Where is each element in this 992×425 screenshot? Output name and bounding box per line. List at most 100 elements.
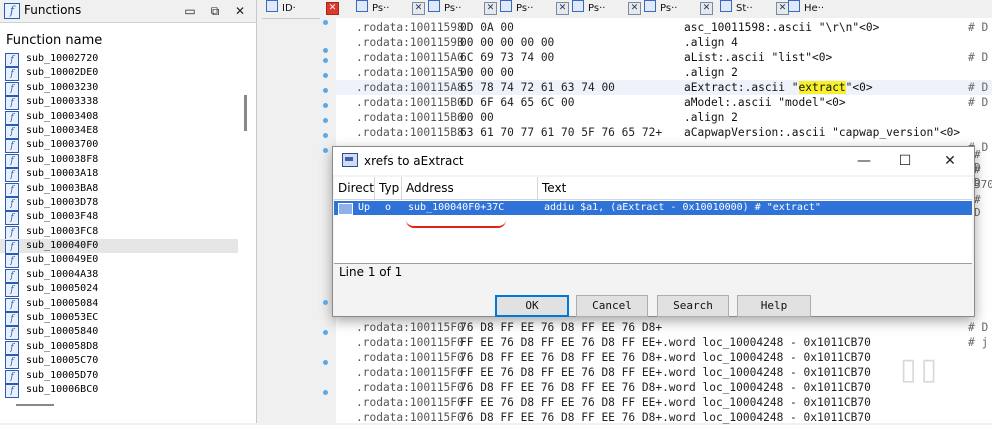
view-icon [788,0,800,12]
disasm-line[interactable]: .rodata:100115F0 FF EE 76 D8 FF EE 76 D8 … [336,335,992,350]
search-button[interactable]: Search [657,295,729,317]
line-address: .rodata:100115F0 [356,396,464,409]
tab-5[interactable]: Ps·· [568,0,605,17]
disasm-line[interactable]: .rodata:100115B0 6D 6F 64 65 6C 00 aModel:… [336,95,992,110]
disasm-line[interactable]: .rodata:100115F0 FF EE 76 D8 FF EE 76 D8 … [336,395,992,410]
list-item[interactable]: f sub_10003D78 [0,196,238,211]
ok-button[interactable]: OK [495,295,569,317]
disasm-line[interactable]: .rodata:100115A0 6C 69 73 74 00 aList:.asc… [336,50,992,65]
dialog-titlebar[interactable]: xrefs to aExtract — ☐ ✕ [333,147,974,175]
close-icon[interactable]: ✕ [231,2,249,20]
breakpoint-dot[interactable] [323,133,328,138]
function-name: sub_10005D70 [26,369,99,381]
table-row[interactable]: Up o sub_100040F0+37C addiu $a1, (aExtra… [334,201,972,215]
function-list[interactable]: f sub_10002720 f sub_10002DE0 f sub_10003230 f… [0,52,238,398]
function-icon: f [5,110,19,125]
function-name: sub_10005840 [26,326,99,338]
float-icon[interactable]: ⧉ [206,2,224,20]
function-icon: f [5,139,19,154]
disasm-line[interactable]: .rodata:100115B6 00 00 .align 2 [336,110,992,125]
minimize-icon[interactable]: — [853,151,875,171]
row-type: o [385,202,392,213]
breakpoint-dot[interactable] [323,148,328,153]
tab-label: Ps·· [660,3,678,14]
list-item[interactable]: f sub_10003700 [0,138,238,154]
breakpoint-dot[interactable] [323,58,328,63]
disasm-line[interactable]: .rodata:1001159B 00 00 00 00 00 .align 4 [336,35,992,50]
tab-close-icon[interactable]: ✕ [326,2,339,15]
function-list-hscrollbar[interactable] [16,404,54,406]
list-item[interactable]: f sub_100034E8 [0,124,238,139]
list-item[interactable]: f sub_100058D8 [0,340,238,355]
list-item[interactable]: f sub_100053EC [0,311,238,327]
tab-label: Ps·· [372,3,390,14]
list-item[interactable]: f sub_10005D70 [0,369,238,384]
breakpoint-dot[interactable] [323,330,328,335]
breakpoint-dot[interactable] [323,360,328,365]
disasm-line[interactable]: .rodata:100115B8 63 61 70 77 61 70 5F 76 … [336,125,992,140]
disasm-line[interactable]: .rodata:10011598 0D 0A 00 asc_10011598:.as… [336,20,992,35]
maximize-icon[interactable]: ☐ [894,151,916,171]
tab-label: Ps·· [444,3,462,14]
tab-4[interactable]: Ps·· [496,0,533,17]
function-name-column-header[interactable]: Function name [0,30,256,50]
line-address: .rodata:100115F0 [356,336,464,349]
breakpoint-dot[interactable] [323,20,328,25]
breakpoint-dot[interactable] [323,300,328,305]
disasm-line[interactable]: .rodata:100115F0 76 D8 FF EE 76 D8 FF EE … [336,350,992,365]
help-button[interactable]: Help [737,295,811,317]
list-item[interactable]: f sub_10002720 [0,52,238,67]
breakpoint-dot[interactable] [323,118,328,123]
list-item[interactable]: f sub_10003BA8 [0,182,238,197]
tab-close-icon[interactable]: ✕ [700,2,713,15]
tab-7[interactable]: St·· [716,0,753,17]
disasm-line[interactable]: .rodata:100115F0 76 D8 FF EE 76 D8 FF EE … [336,380,992,395]
list-item[interactable]: f sub_100049E0 [0,253,238,269]
cancel-button[interactable]: Cancel [576,295,648,317]
breakpoint-dot[interactable] [323,88,328,93]
list-item[interactable]: fsub_10006C00 [0,397,238,398]
list-item[interactable]: f sub_10005084 [0,297,238,312]
list-item[interactable]: f sub_10003338 [0,95,238,111]
function-icon: f [5,67,19,82]
list-item[interactable]: f sub_10003FC8 [0,225,238,240]
column-text[interactable]: Text [538,177,972,199]
column-type[interactable]: Typ [375,177,402,199]
maximize-icon[interactable]: ▭ [181,2,199,20]
disasm-line[interactable]: .rodata:100115A8 65 78 74 72 61 63 74 00 a… [336,80,992,95]
function-list-scrollbar[interactable] [244,95,247,131]
list-item[interactable]: f sub_10003408 [0,110,238,125]
breakpoint-dot[interactable] [323,103,328,108]
list-item[interactable]: f sub_10005C70 [0,354,238,370]
close-icon[interactable]: ✕ [939,151,961,171]
breakpoint-dot[interactable] [323,48,328,53]
view-icon [500,0,512,12]
breakpoint-dot[interactable] [323,73,328,78]
tab-6[interactable]: Ps·· [640,0,677,17]
list-item[interactable]: f sub_10002DE0 [0,66,238,82]
list-item[interactable]: f sub_100040F0 [0,239,238,255]
line-instruction: aList:.ascii "list"<0> [684,51,833,64]
column-direction[interactable]: Directio [334,177,375,199]
list-item[interactable]: f sub_10003A18 [0,167,238,183]
list-item[interactable]: f sub_10003230 [0,81,238,96]
list-item[interactable]: f sub_10005840 [0,325,238,341]
disasm-line[interactable]: .rodata:100115F0 FF EE 76 D8 FF EE 76 D8 … [336,365,992,380]
list-item[interactable]: f sub_100038F8 [0,153,238,168]
line-instruction: aModel:.ascii "model"<0> [684,96,846,109]
disasm-line[interactable]: .rodata:100115F0 76 D8 FF EE 76 D8 FF EE … [336,320,992,335]
function-icon: f [5,81,19,96]
disasm-line[interactable]: .rodata:100115A5 00 00 00 .align 2 [336,65,992,80]
tab-8[interactable]: He·· [784,0,824,17]
list-item[interactable]: f sub_10003F48 [0,210,238,226]
column-address[interactable]: Address [402,177,538,199]
list-item[interactable]: f sub_10005024 [0,282,238,298]
tab-2[interactable]: Ps·· [352,0,389,17]
breakpoint-dot[interactable] [323,390,328,395]
list-item[interactable]: f sub_10004A38 [0,268,238,283]
line-comment: # D [968,21,989,34]
list-item[interactable]: f sub_10006BC0 [0,383,238,398]
tab-1[interactable]: ID· [262,0,296,17]
tab-3[interactable]: Ps·· [424,0,461,17]
function-name: sub_10005C70 [26,355,99,367]
